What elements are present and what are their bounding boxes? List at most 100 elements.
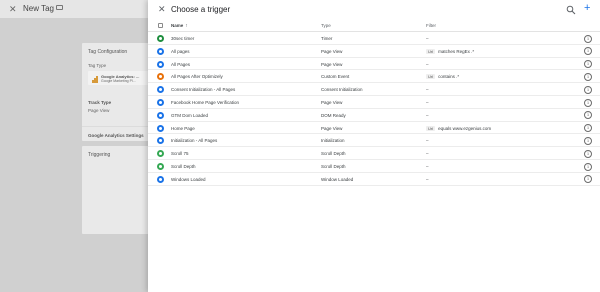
filter-condition: – [426,164,429,169]
filter-condition: – [426,100,429,105]
trigger-row[interactable]: Windows Loaded Window Loaded – i [148,173,600,186]
trigger-filter: – [426,177,429,182]
filter-condition: – [426,61,429,67]
panel-header: ✕ Choose a trigger + [148,0,600,20]
pageview-icon [157,47,164,55]
trigger-name[interactable]: All pages [171,49,190,54]
trigger-filter: – [426,62,429,67]
settings-label: Google Analytics Settings [88,133,144,138]
table-header: Name ↑ Type Filter [148,20,600,32]
trigger-filter: Url equals www.ezgenius.com [426,125,492,131]
filter-variable-chip: Url [426,74,436,80]
editor-title: New Tag [23,4,54,13]
tag-sub: Google Marketing Pl... [101,79,136,83]
trigger-row[interactable]: All Pages Page View – i [148,58,600,71]
trigger-filter: – [426,87,429,92]
trigger-row[interactable]: 30sec timer Timer – i [148,32,600,45]
window-loaded-icon [157,175,164,183]
trigger-filter: – [426,100,429,105]
add-trigger-icon[interactable]: + [584,2,590,14]
trigger-row[interactable]: Consent Initialization - All Pages Consen… [148,83,600,96]
scroll-depth-icon [157,150,164,158]
triggering-label: Triggering [88,152,111,158]
initialization-icon [157,137,164,145]
search-icon[interactable] [566,5,576,15]
trigger-filter: – [426,151,429,156]
trigger-name[interactable]: Scroll Depth [171,164,196,169]
column-type: Type [321,23,331,28]
info-icon[interactable]: i [584,72,592,81]
trigger-row[interactable]: All Pages After Optimizely Custom Event Ur… [148,70,600,84]
trigger-type: Custom Event [321,74,350,80]
choose-trigger-panel: ✕ Choose a trigger + Name ↑ Type Filter 3… [148,0,600,292]
sort-arrow-icon[interactable]: ↑ [185,23,188,29]
custom-event-icon [157,73,164,81]
info-icon[interactable]: i [584,175,592,184]
pageview-icon [157,124,164,132]
timer-icon [157,35,164,42]
trigger-row[interactable]: Facebook Home Page Verification Page View… [148,96,600,109]
trigger-row[interactable]: Scroll 75 Scroll Depth – i [148,147,600,160]
trigger-type: Page View [321,125,343,131]
trigger-row[interactable]: Home Page Page View Url equals www.ezgenius… [148,122,600,135]
info-icon[interactable]: i [584,60,592,69]
filter-condition: contains .* [438,74,460,80]
trigger-row[interactable]: GTM Dom Loaded DOM Ready – i [148,109,600,122]
track-type-label: Track Type [88,100,112,105]
pageview-icon [157,60,164,68]
trigger-name[interactable]: Consent Initialization - All Pages [171,87,235,92]
trigger-type: Timer [321,36,333,41]
filter-variable-chip: Url [426,125,436,131]
filter-variable-chip: Url [426,48,436,54]
column-name[interactable]: Name ↑ [171,23,188,29]
trigger-name[interactable]: Scroll 75 [171,151,189,156]
trigger-name[interactable]: 30sec timer [171,36,194,41]
info-icon[interactable]: i [584,149,592,158]
filter-condition: equals www.ezgenius.com [438,125,492,131]
filter-condition: matches RegEx .* [438,48,475,54]
folder-icon[interactable] [56,5,63,10]
trigger-type: Page View [321,61,343,67]
pageview-icon [157,99,164,106]
analytics-bars-icon [92,76,98,83]
trigger-filter: – [426,138,429,143]
info-icon[interactable]: i [584,98,592,107]
info-icon[interactable]: i [584,162,592,171]
tag-configuration-label: Tag Configuration [88,49,128,55]
info-icon[interactable]: i [584,47,592,56]
filter-condition: – [426,138,429,144]
trigger-row[interactable]: All pages Page View Url matches RegEx .* i [148,45,600,58]
info-icon[interactable]: i [584,111,592,120]
info-icon[interactable]: i [584,124,592,133]
panel-title: Choose a trigger [171,5,231,14]
trigger-type: Page View [321,48,343,54]
dom-ready-icon [157,111,164,119]
filter-condition: – [426,36,429,41]
filter-condition: – [426,87,429,93]
trigger-name[interactable]: GTM Dom Loaded [171,113,208,118]
trigger-filter: – [426,113,429,118]
trigger-type: Scroll Depth [321,151,346,157]
filter-condition: – [426,176,429,182]
scroll-depth-icon [157,163,164,170]
trigger-name[interactable]: All Pages After Optimizely [171,74,223,79]
info-icon[interactable]: i [584,85,592,94]
trigger-name[interactable]: Home Page [171,126,195,131]
trigger-name[interactable]: Windows Loaded [171,177,206,182]
consent-icon [157,86,164,94]
trigger-name[interactable]: All Pages [171,62,190,67]
trigger-filter: – [426,164,429,169]
close-icon[interactable]: ✕ [158,4,166,14]
trigger-name[interactable]: Initialization - All Pages [171,138,217,143]
info-icon[interactable]: i [584,136,592,145]
trigger-name[interactable]: Facebook Home Page Verification [171,100,239,105]
editor-close-icon[interactable]: ✕ [9,4,17,15]
trigger-row[interactable]: Initialization - All Pages Initialization… [148,134,600,148]
info-icon[interactable]: i [584,34,592,43]
filter-condition: – [426,112,429,118]
trigger-filter: – [426,36,429,41]
trigger-row[interactable]: Scroll Depth Scroll Depth – i [148,160,600,173]
trigger-type: Window Loaded [321,176,354,182]
select-all-checkbox[interactable] [158,23,163,28]
trigger-type: Consent Initialization [321,87,363,93]
